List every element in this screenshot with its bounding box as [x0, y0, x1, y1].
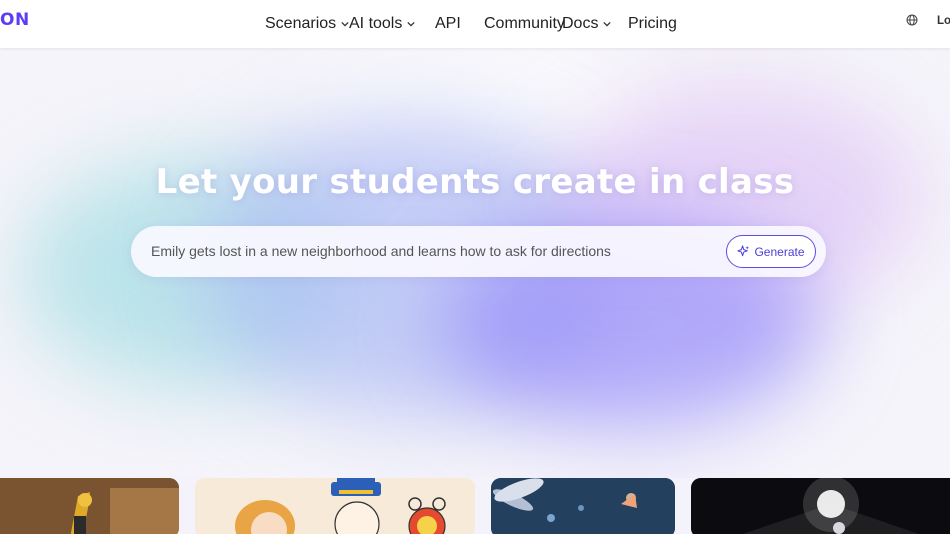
nav-community[interactable]: Community: [484, 15, 565, 33]
nav-community-label: Community: [484, 15, 565, 32]
card-image: [0, 478, 179, 534]
nav-ai-tools-label: AI tools: [349, 15, 403, 32]
globe-icon[interactable]: [906, 14, 918, 26]
nav-docs-label: Docs: [562, 15, 599, 32]
nav-pricing-label: Pricing: [628, 15, 677, 32]
card-image: [195, 478, 475, 534]
nav-api-label: API: [435, 15, 461, 32]
showcase-card[interactable]: [0, 478, 179, 534]
chevron-down-icon: [341, 21, 349, 27]
card-image: [691, 478, 950, 534]
nav-ai-tools[interactable]: AI tools: [349, 15, 416, 33]
nav-docs[interactable]: Docs: [562, 15, 612, 33]
nav-scenarios-label: Scenarios: [265, 15, 337, 32]
chevron-down-icon: [407, 21, 416, 27]
nav-api[interactable]: API: [435, 15, 461, 33]
showcase-card[interactable]: [491, 478, 675, 534]
logo[interactable]: ON: [0, 10, 30, 30]
card-image: [491, 478, 675, 534]
hero-title: Let your students create in class: [155, 162, 795, 202]
showcase-card[interactable]: [691, 478, 950, 534]
showcase-card[interactable]: [195, 478, 475, 534]
generate-label: Generate: [754, 244, 805, 259]
sparkle-icon: [737, 245, 750, 257]
prompt-input[interactable]: Emily gets lost in a new neighborhood an…: [151, 243, 611, 259]
login-link[interactable]: Lo: [937, 15, 950, 27]
generate-button[interactable]: Generate: [726, 235, 816, 268]
nav-pricing[interactable]: Pricing: [628, 15, 677, 33]
prompt-input-box[interactable]: Emily gets lost in a new neighborhood an…: [131, 226, 826, 277]
chevron-down-icon: [603, 21, 612, 27]
nav-scenarios[interactable]: Scenarios: [265, 15, 349, 33]
top-navbar: ON Scenarios AI tools API Community Docs…: [0, 0, 950, 48]
